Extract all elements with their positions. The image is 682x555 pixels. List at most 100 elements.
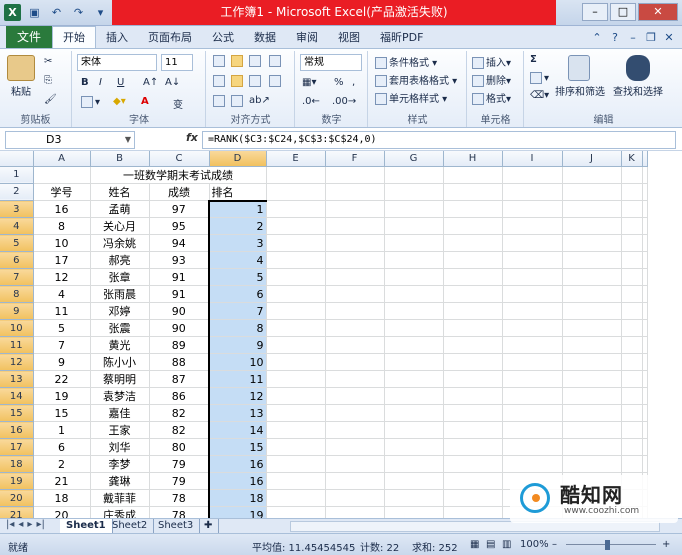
- cell[interactable]: [384, 353, 444, 372]
- name-box[interactable]: D3 ▼: [5, 131, 135, 149]
- zoom-level[interactable]: 100%: [520, 539, 549, 550]
- new-sheet-icon[interactable]: ✚: [198, 519, 220, 534]
- cell[interactable]: [384, 421, 444, 440]
- cell-id[interactable]: 20: [33, 506, 91, 518]
- cell[interactable]: [621, 455, 643, 474]
- doc-minimize-icon[interactable]: –: [626, 31, 640, 44]
- decrease-decimal-icon[interactable]: .00→: [332, 96, 356, 107]
- tab-file[interactable]: 文件: [6, 26, 52, 48]
- column-header-b[interactable]: B: [90, 151, 150, 167]
- cell-name[interactable]: 陈小小: [90, 353, 150, 372]
- cell[interactable]: [384, 302, 444, 321]
- cell[interactable]: [621, 285, 643, 304]
- cell-name[interactable]: 李梦: [90, 455, 150, 474]
- column-header-f[interactable]: F: [325, 151, 385, 167]
- cell[interactable]: [621, 336, 643, 355]
- zoom-out-icon[interactable]: –: [552, 539, 557, 550]
- doc-close-icon[interactable]: ✕: [662, 31, 676, 44]
- font-color-button[interactable]: A: [141, 96, 149, 107]
- cell[interactable]: [325, 438, 385, 457]
- cell[interactable]: [621, 200, 643, 219]
- sheet-tab-sheet3[interactable]: Sheet3: [152, 519, 201, 534]
- cell[interactable]: [502, 234, 563, 253]
- scrollbar-cell[interactable]: [642, 251, 648, 270]
- cell[interactable]: [266, 336, 326, 355]
- cell-score[interactable]: 97: [149, 200, 210, 219]
- column-header-a[interactable]: A: [33, 151, 91, 167]
- cell-name[interactable]: 孟萌: [90, 200, 150, 219]
- sheet-tab-sheet2[interactable]: Sheet2: [106, 519, 155, 534]
- cell[interactable]: [443, 472, 503, 491]
- cell-rank[interactable]: 8: [208, 319, 267, 338]
- prev-sheet-icon[interactable]: ◂: [18, 519, 23, 530]
- number-format-select[interactable]: 常规: [300, 54, 362, 71]
- cell[interactable]: [502, 353, 563, 372]
- excel-app-icon[interactable]: X: [4, 4, 21, 21]
- cell-id[interactable]: 15: [33, 404, 91, 423]
- orientation-icon[interactable]: ab↗: [249, 95, 270, 106]
- column-header-e[interactable]: E: [266, 151, 326, 167]
- cell-rank[interactable]: 13: [208, 404, 267, 423]
- cell[interactable]: [562, 421, 622, 440]
- cell[interactable]: [443, 268, 503, 287]
- cell[interactable]: [621, 438, 643, 457]
- find-select-button[interactable]: 查找和选择: [609, 55, 667, 98]
- cell-score[interactable]: 90: [149, 302, 210, 321]
- cell-name[interactable]: 郝亮: [90, 251, 150, 270]
- cell-score[interactable]: 78: [149, 489, 210, 508]
- cell[interactable]: [325, 251, 385, 270]
- cell-name[interactable]: 袁梦洁: [90, 387, 150, 406]
- cell-name[interactable]: 张章: [90, 268, 150, 287]
- cell-name[interactable]: 戴菲菲: [90, 489, 150, 508]
- insert-cells-button[interactable]: 插入▾: [472, 54, 511, 69]
- cell[interactable]: [621, 302, 643, 321]
- cell-id[interactable]: 16: [33, 200, 91, 219]
- cell[interactable]: [621, 421, 643, 440]
- cell[interactable]: [443, 251, 503, 270]
- cell[interactable]: [621, 404, 643, 423]
- cell[interactable]: [621, 387, 643, 406]
- cell[interactable]: [443, 489, 503, 508]
- scrollbar-cell[interactable]: [642, 353, 648, 372]
- bold-button[interactable]: B: [81, 77, 89, 88]
- cell[interactable]: [502, 268, 563, 287]
- cell[interactable]: [621, 268, 643, 287]
- cell-name[interactable]: 龚琳: [90, 472, 150, 491]
- delete-cells-button[interactable]: 删除▾: [472, 72, 511, 87]
- cell[interactable]: [266, 353, 326, 372]
- cell[interactable]: [443, 421, 503, 440]
- scrollbar-cell[interactable]: [642, 285, 648, 304]
- vertical-scrollbar[interactable]: [642, 151, 648, 167]
- spreadsheet-grid[interactable]: A B C D E F G H I J K 1 一班数学期末考试成绩 2 学号 姓名 成绩 排名 3 16 孟萌 97 1 4…: [0, 151, 682, 518]
- cell-id[interactable]: 1: [33, 421, 91, 440]
- cell[interactable]: [384, 319, 444, 338]
- cell[interactable]: [621, 370, 643, 389]
- cell[interactable]: [384, 166, 444, 184]
- cell-name[interactable]: 张震: [90, 319, 150, 338]
- cell-name[interactable]: 邓婷: [90, 302, 150, 321]
- increase-indent-icon[interactable]: [231, 95, 245, 107]
- zoom-slider[interactable]: [566, 544, 656, 545]
- cell[interactable]: [266, 234, 326, 253]
- align-middle-icon[interactable]: [231, 55, 245, 67]
- cell-score[interactable]: 79: [149, 455, 210, 474]
- sheet-tab-sheet1[interactable]: Sheet1: [60, 519, 113, 534]
- cell[interactable]: [384, 387, 444, 406]
- cell[interactable]: [384, 455, 444, 474]
- cell[interactable]: [384, 234, 444, 253]
- cell-score[interactable]: 87: [149, 370, 210, 389]
- cell[interactable]: [266, 404, 326, 423]
- cell-score[interactable]: 89: [149, 336, 210, 355]
- cell[interactable]: [266, 183, 326, 202]
- cell-id[interactable]: 2: [33, 455, 91, 474]
- cell[interactable]: [443, 455, 503, 474]
- align-bottom-icon[interactable]: [249, 55, 263, 67]
- view-normal-icon[interactable]: ▦: [470, 539, 479, 550]
- cell[interactable]: [325, 472, 385, 491]
- cell[interactable]: [502, 455, 563, 474]
- formula-input[interactable]: =RANK($C3:$C24,$C$3:$C$24,0): [202, 131, 676, 149]
- cell-name[interactable]: 嘉佳: [90, 404, 150, 423]
- cell[interactable]: [325, 319, 385, 338]
- cell[interactable]: [562, 438, 622, 457]
- merge-center-icon[interactable]: [269, 75, 283, 87]
